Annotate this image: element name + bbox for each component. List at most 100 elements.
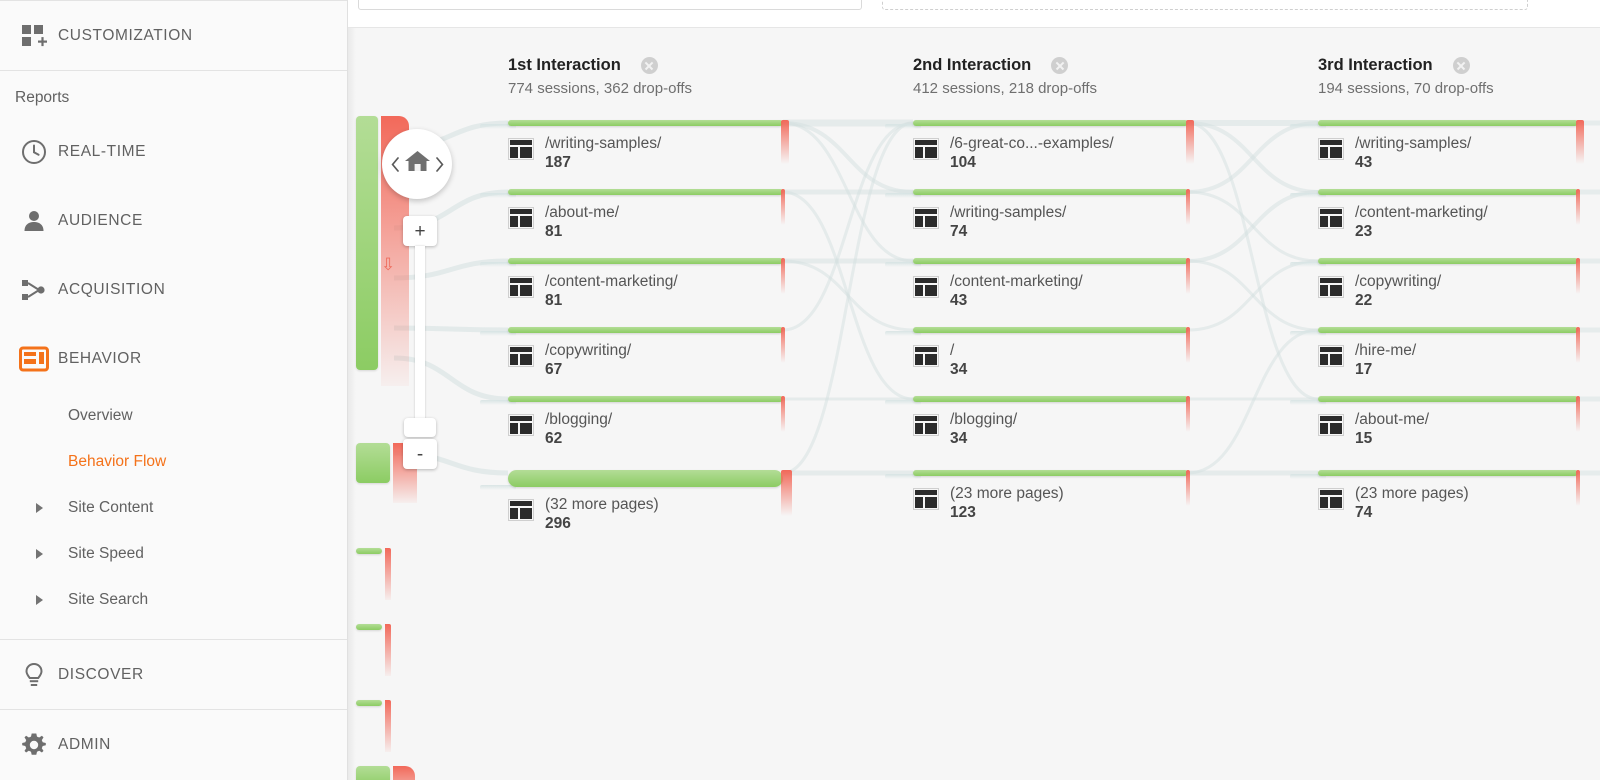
dropoff-bar	[1576, 120, 1584, 164]
sidebar-item-admin[interactable]: ADMIN	[0, 710, 347, 779]
home-icon[interactable]	[404, 149, 431, 179]
node-body[interactable]: (23 more pages) 74	[1318, 484, 1469, 523]
node-path: /blogging/	[950, 411, 1018, 428]
node-path: /copywriting/	[1355, 273, 1442, 290]
traffic-bar	[356, 624, 382, 630]
node-body[interactable]: /copywriting/67	[508, 341, 631, 380]
traffic-bar	[508, 327, 783, 333]
page-icon	[508, 414, 534, 436]
node-body[interactable]: /6-great-co...-examples/104	[913, 134, 1114, 173]
sidebar-item-acquisition[interactable]: ACQUISITION	[0, 255, 347, 324]
page-icon	[913, 138, 939, 160]
sidebar-item-real-time[interactable]: REAL-TIME	[0, 117, 347, 186]
node-body[interactable]: /about-me/15	[1318, 410, 1429, 449]
zoom-out-button[interactable]: -	[403, 439, 437, 469]
zoom-slider-track[interactable]	[415, 246, 425, 421]
traffic-bar	[508, 396, 783, 402]
page-icon	[1318, 276, 1344, 298]
sidebar-item-behavior[interactable]: BEHAVIOR	[0, 324, 347, 393]
chevron-right-icon	[10, 595, 68, 605]
page-icon	[1318, 488, 1344, 510]
chevron-right-icon[interactable]	[432, 156, 447, 172]
traffic-bar	[1318, 470, 1578, 476]
zoom-in-button[interactable]: +	[403, 216, 437, 246]
traffic-bar	[913, 396, 1188, 402]
dropoff-bar	[1576, 396, 1580, 432]
column-header: 1st Interaction 774 sessions, 362 drop-of…	[508, 56, 692, 97]
behavior-icon	[10, 346, 58, 372]
flow-link	[1187, 259, 1319, 332]
home-button[interactable]	[382, 129, 452, 199]
dropoff-bar	[1186, 470, 1190, 506]
page-icon	[508, 276, 534, 298]
node-path: /about-me/	[545, 204, 620, 221]
node-body[interactable]: /blogging/34	[913, 410, 1017, 449]
gear-icon	[10, 730, 58, 760]
segment-box[interactable]	[358, 0, 862, 10]
sidebar-item-site-speed[interactable]: Site Speed	[0, 531, 347, 577]
node-value: 23	[1355, 223, 1373, 240]
page-icon	[508, 138, 534, 160]
node-body[interactable]: /hire-me/17	[1318, 341, 1416, 380]
sidebar-item-customization[interactable]: CUSTOMIZATION	[0, 1, 347, 70]
page-icon	[1318, 138, 1344, 160]
node-body[interactable]: /content-marketing/81	[508, 272, 678, 311]
dropoff-bar	[1576, 470, 1580, 506]
dropoff-bar	[781, 120, 789, 164]
node-path: /blogging/	[545, 411, 613, 428]
sidebar-subitem-label: Site Search	[68, 591, 149, 608]
node-body[interactable]: (23 more pages) 123	[913, 484, 1064, 523]
sidebar-item-site-content[interactable]: Site Content	[0, 485, 347, 531]
node-body[interactable]: (32 more pages) 296	[508, 495, 659, 534]
sidebar-item-label: DISCOVER	[58, 665, 144, 683]
dropoff-bar	[781, 258, 785, 294]
page-icon	[913, 345, 939, 367]
close-icon[interactable]	[1051, 57, 1069, 74]
sidebar-item-overview[interactable]: Overview	[0, 393, 347, 439]
column-title: 2nd Interaction	[913, 56, 1032, 74]
traffic-bar	[913, 120, 1188, 126]
node-value: 81	[545, 223, 563, 240]
node-body[interactable]: /content-marketing/23	[1318, 203, 1488, 242]
chevron-left-icon[interactable]	[388, 156, 403, 172]
node-body[interactable]: /blogging/62	[508, 410, 612, 449]
dropoff-bar	[781, 327, 785, 363]
dropoff-bar	[1576, 189, 1580, 225]
column-header: 3rd Interaction 194 sessions, 70 drop-off…	[1318, 56, 1494, 97]
node-body[interactable]: /copywriting/22	[1318, 272, 1441, 311]
page-icon	[508, 207, 534, 229]
traffic-bar	[1318, 396, 1578, 402]
add-segment-box[interactable]	[882, 0, 1528, 10]
dropoff-bar	[1576, 258, 1580, 294]
node-body[interactable]: / 34	[913, 341, 967, 380]
node-value: 34	[950, 361, 968, 378]
node-body[interactable]: /writing-samples/43	[1318, 134, 1471, 173]
node-value: 123	[950, 504, 976, 521]
node-path: (23 more pages)	[1355, 485, 1469, 502]
column-title: 1st Interaction	[508, 56, 621, 74]
sidebar-item-discover[interactable]: DISCOVER	[0, 640, 347, 709]
node-body[interactable]: /writing-samples/74	[913, 203, 1066, 242]
zoom-slider-thumb[interactable]	[404, 418, 436, 437]
traffic-bar	[913, 470, 1188, 476]
sidebar-item-site-search[interactable]: Site Search	[0, 577, 347, 623]
left-sidebar: CUSTOMIZATION Reports REAL-TIME AUDIENCE	[0, 0, 348, 780]
flow-canvas[interactable]: 1st Interaction 774 sessions, 362 drop-of…	[348, 27, 1600, 780]
page-icon	[913, 207, 939, 229]
node-path: /copywriting/	[545, 342, 632, 359]
close-icon[interactable]	[1452, 57, 1470, 74]
close-icon[interactable]	[640, 57, 658, 74]
sidebar-item-audience[interactable]: AUDIENCE	[0, 186, 347, 255]
node-path: /content-marketing/	[950, 273, 1083, 290]
sidebar-subitem-label: Site Speed	[68, 545, 144, 562]
node-body[interactable]: /writing-samples/187	[508, 134, 661, 173]
traffic-bar	[913, 327, 1188, 333]
node-body[interactable]: /content-marketing/43	[913, 272, 1083, 311]
node-body[interactable]: /about-me/81	[508, 203, 619, 242]
sidebar-item-behavior-flow[interactable]: Behavior Flow	[0, 439, 347, 485]
flow-link	[1187, 121, 1319, 401]
traffic-bar	[508, 258, 783, 264]
page-icon	[913, 414, 939, 436]
node-value: 104	[950, 154, 976, 171]
dropoff-bar	[781, 396, 785, 432]
